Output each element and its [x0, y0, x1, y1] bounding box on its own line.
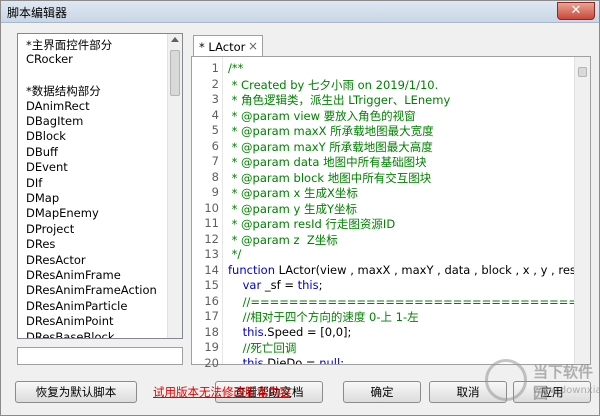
- line-number: 20: [204, 355, 219, 370]
- class-list-item[interactable]: DProject: [26, 222, 74, 236]
- line-number: 2: [211, 76, 219, 91]
- close-button[interactable]: ✕: [557, 2, 595, 20]
- code-text-area[interactable]: /** * Created by 七夕小雨 on 2019/1/10. * 角色…: [224, 57, 574, 364]
- line-number: 17: [204, 309, 219, 323]
- code-line: * @param maxX 所承载地图最大宽度: [228, 124, 434, 138]
- class-list-item[interactable]: DEvent: [26, 160, 68, 174]
- apply-button[interactable]: 应用: [513, 381, 591, 403]
- class-list-item[interactable]: CRocker: [26, 52, 73, 66]
- code-line: this.DieDo = null;: [242, 355, 345, 365]
- line-number: 10: [204, 200, 219, 215]
- scroll-up-arrow-icon[interactable]: [171, 37, 179, 42]
- line-number: 6: [211, 138, 219, 153]
- code-line: this.Speed = [0,0];: [242, 324, 352, 339]
- class-list-item[interactable]: DAnimRect: [26, 99, 90, 113]
- tab-label: * LActor: [199, 40, 246, 54]
- code-line: * @param data 地图中所有基础图块: [228, 155, 427, 169]
- code-editor[interactable]: 1 2 3 4 5 6 7 8 9 10 11 12 13 14 15 16 17 18 19 20 /** * Cr…: [191, 56, 591, 370]
- class-list-item[interactable]: DResAnimFrame: [26, 268, 121, 282]
- line-number: 9: [211, 185, 219, 199]
- code-line: //================================== 公有: [228, 294, 574, 309]
- line-number-gutter: 1 2 3 4 5 6 7 8 9 10 11 12 13 14 15 16 17 18 19 20: [193, 57, 223, 370]
- class-list-item[interactable]: DResBaseBlock: [26, 330, 115, 338]
- cancel-button[interactable]: 取消: [429, 381, 507, 403]
- code-line: * @param block 地图中所有交互图块: [228, 170, 432, 185]
- code-line: /**: [228, 61, 244, 75]
- script-editor-window: 脚本编辑器 ✕ *主界面控件部分 CRocker *数据结构部分 DAnimRect D…: [0, 0, 600, 416]
- code-line: * @param z Z坐标: [228, 232, 338, 247]
- editor-panel: * LActor × 1 2 3 4 5 6 7 8 9 10 11 12 13 14 15 16 17 18 19…: [191, 33, 591, 370]
- line-number: 12: [204, 231, 219, 246]
- line-number: 19: [204, 340, 219, 354]
- line-number: 13: [204, 247, 219, 261]
- class-list-item[interactable]: DResActor: [26, 253, 86, 267]
- code-line: * @param y 生成Y坐标: [228, 201, 358, 216]
- code-line: * @param maxY 所承载地图最大高度: [228, 139, 433, 154]
- tab-close-icon[interactable]: ×: [248, 39, 258, 53]
- window-title: 脚本编辑器: [7, 6, 68, 20]
- line-number: 1: [211, 61, 219, 75]
- tab-lactor[interactable]: * LActor ×: [193, 35, 263, 57]
- class-list-item[interactable]: DMapEnemy: [26, 206, 99, 220]
- line-number: 7: [211, 154, 219, 168]
- code-line: var _sf = this;: [242, 278, 323, 292]
- line-number: 15: [204, 278, 219, 292]
- class-list-item[interactable]: DResAnimParticle: [26, 299, 127, 313]
- line-number: 14: [204, 262, 219, 277]
- class-list-item[interactable]: DIf: [26, 176, 42, 190]
- class-list-item[interactable]: DResAnimFrameAction: [26, 283, 157, 297]
- scrollbar-thumb[interactable]: [578, 67, 587, 77]
- scrollbar-thumb[interactable]: [170, 50, 180, 96]
- line-number: 4: [211, 107, 219, 122]
- code-line: * Created by 七夕小雨 on 2019/1/10.: [228, 77, 439, 92]
- code-line: //死亡回调: [228, 341, 297, 355]
- code-editor-scrollbar[interactable]: [574, 57, 590, 364]
- code-line: */: [228, 247, 242, 261]
- trial-warning-text: 试用版本无法修改脚本内容: [153, 385, 291, 399]
- class-filter-input[interactable]: [17, 347, 183, 365]
- title-bar: 脚本编辑器 ✕: [1, 1, 599, 23]
- line-number: 3: [211, 92, 219, 106]
- line-number: 16: [204, 293, 219, 308]
- class-list-item[interactable]: DResAnimPoint: [26, 314, 114, 328]
- code-line: * @param resId 行走图资源ID: [228, 217, 396, 231]
- code-line: function LActor(view , maxX , maxY , dat…: [228, 262, 574, 277]
- class-list-item[interactable]: DBagItem: [26, 114, 83, 128]
- code-line: //相对于四个方向的速度 0-上 1-左: [228, 310, 419, 324]
- code-line: * @param view 要放入角色的视窗: [228, 108, 416, 123]
- ok-button[interactable]: 确定: [343, 381, 421, 403]
- class-list-item[interactable]: *数据结构部分: [26, 83, 101, 99]
- class-list-item[interactable]: DBuff: [26, 145, 58, 159]
- class-list-item[interactable]: *主界面控件部分: [26, 37, 112, 53]
- code-line: * 角色逻辑类，派生出 LTrigger、LEnemy: [228, 93, 451, 107]
- line-number: 5: [211, 123, 219, 137]
- line-number: 8: [211, 169, 219, 184]
- code-line: * @param x 生成X坐标: [228, 186, 358, 200]
- restore-default-script-button[interactable]: 恢复为默认脚本: [15, 381, 137, 403]
- class-list-item[interactable]: DRes: [26, 237, 55, 251]
- line-number: 11: [204, 216, 219, 230]
- class-list[interactable]: *主界面控件部分 CRocker *数据结构部分 DAnimRect DBagItem D…: [17, 33, 183, 339]
- line-number: 18: [204, 324, 219, 339]
- class-list-item[interactable]: DMap: [26, 191, 59, 205]
- class-list-scrollbar[interactable]: [167, 34, 182, 338]
- class-list-item[interactable]: DBlock: [26, 129, 66, 143]
